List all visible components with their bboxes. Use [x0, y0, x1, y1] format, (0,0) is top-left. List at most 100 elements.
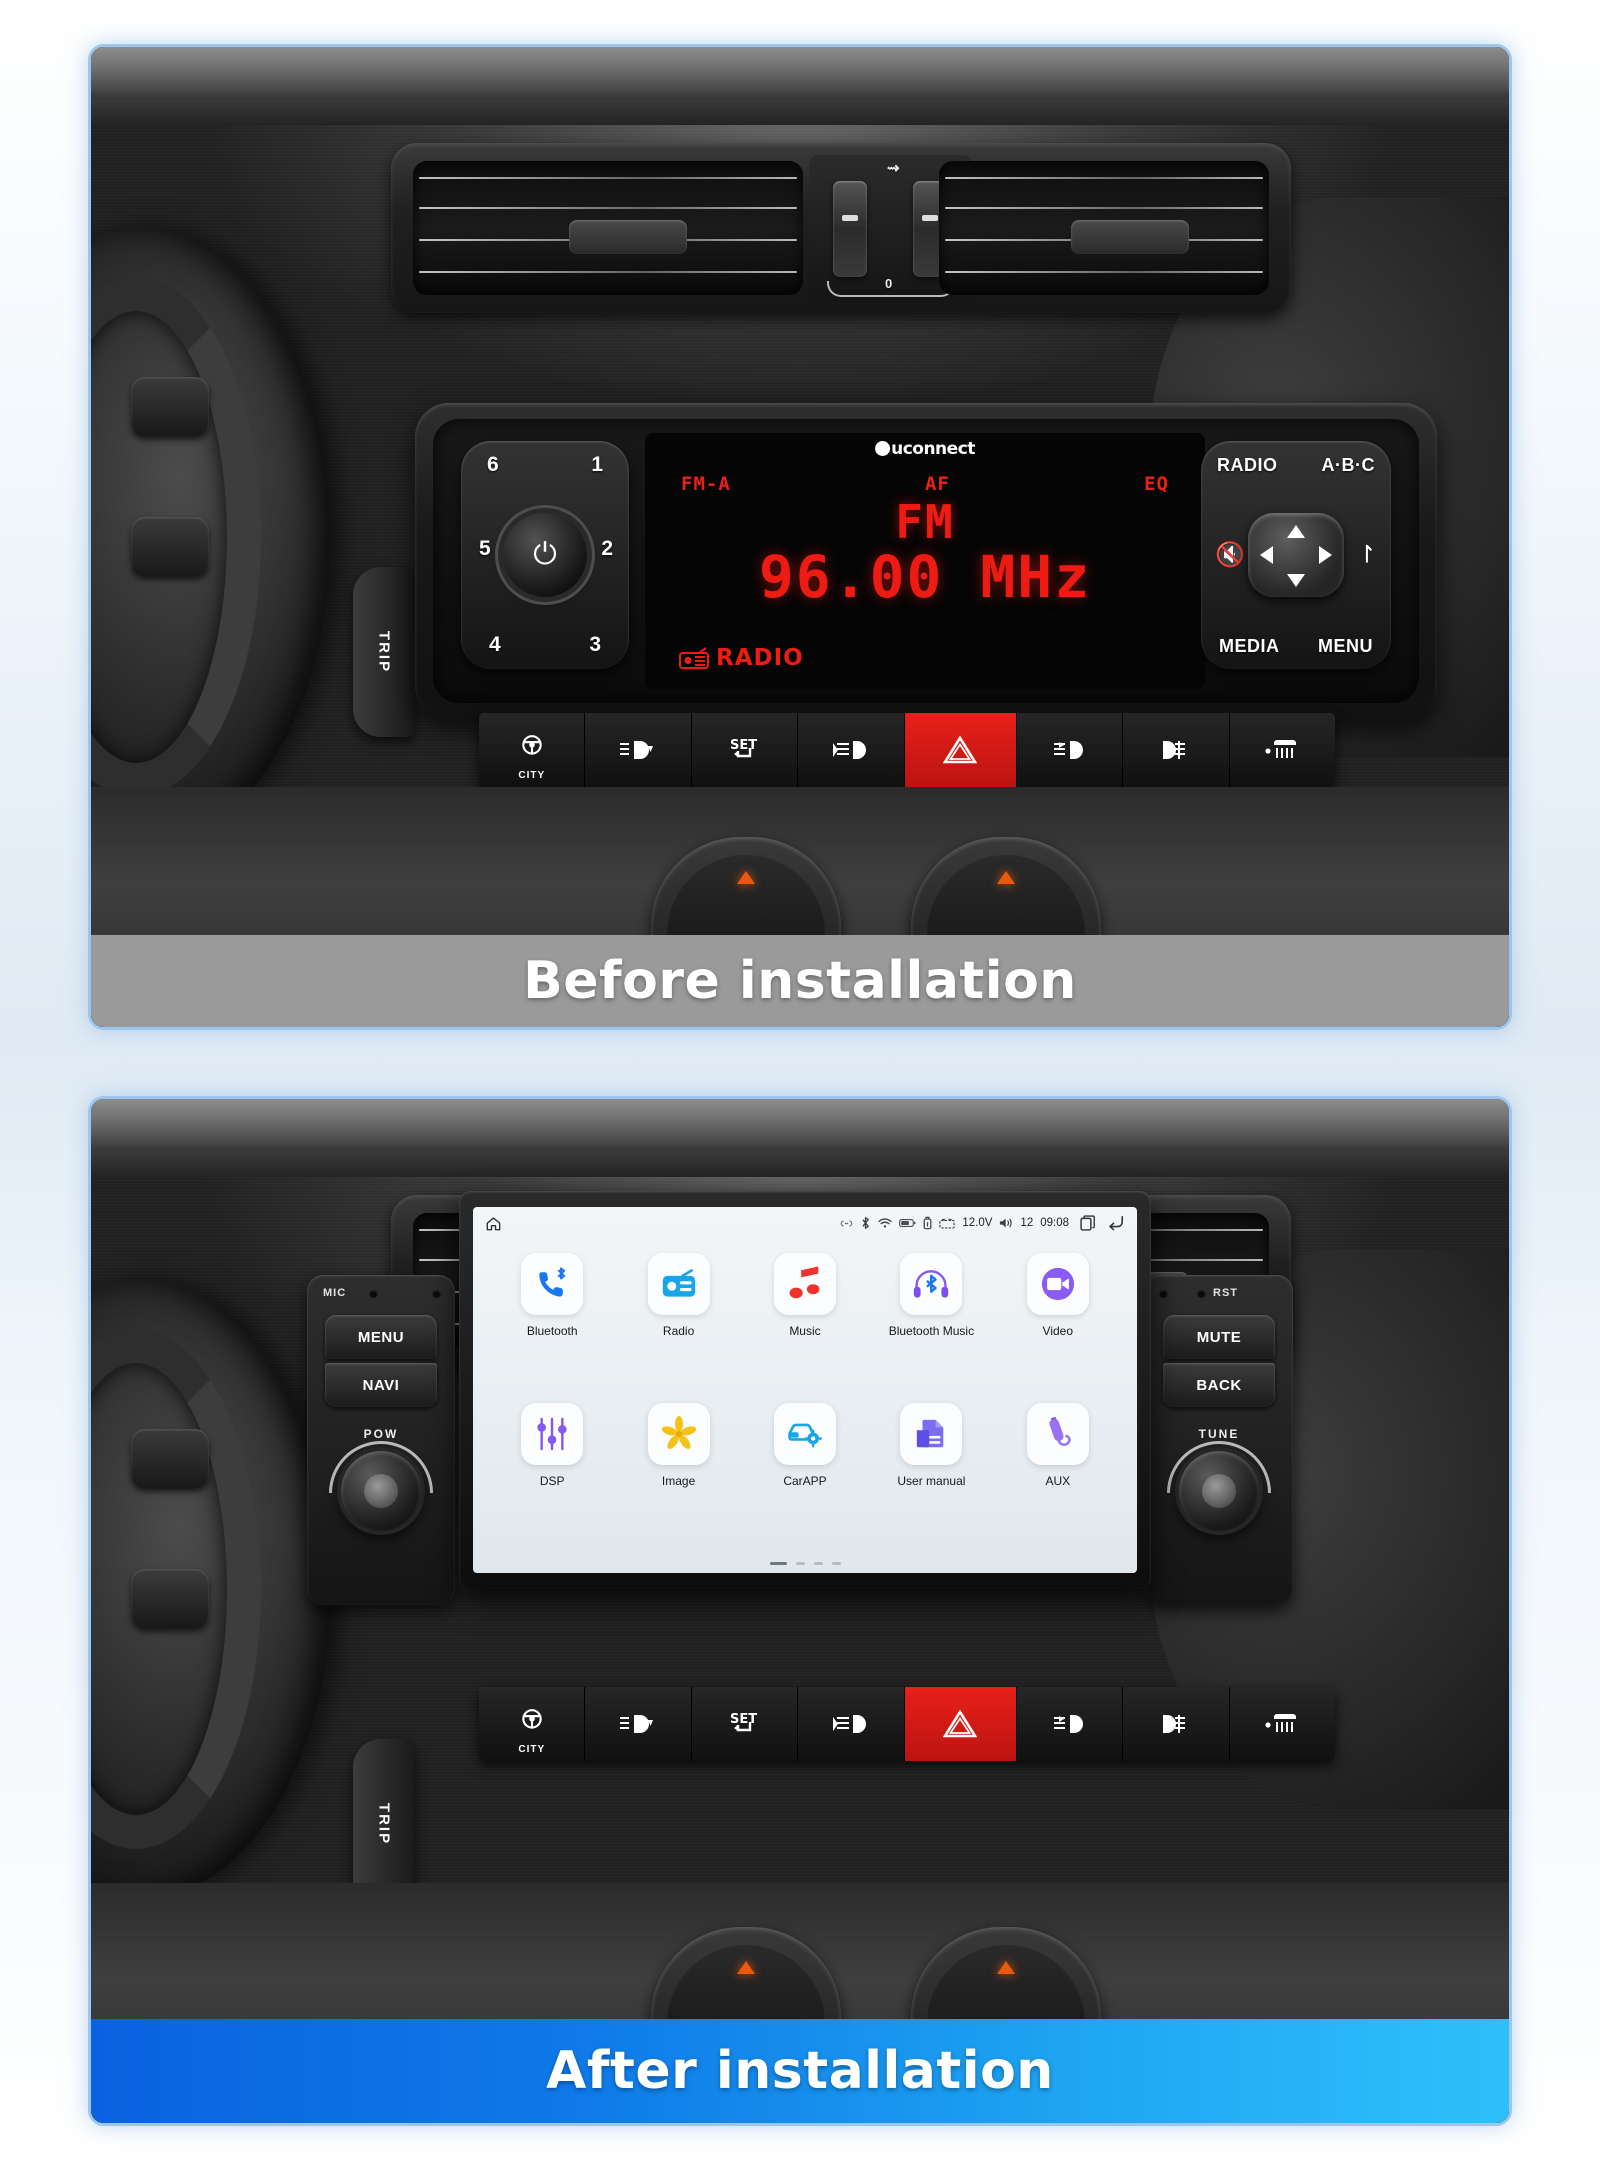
navi-button-hu[interactable]: NAVI	[325, 1363, 437, 1407]
rear-fog-button-after[interactable]	[1123, 1687, 1230, 1761]
app-tile-aux[interactable]	[1026, 1403, 1089, 1465]
menu-button-hu[interactable]: MENU	[325, 1315, 437, 1359]
rear-fog-light-button[interactable]	[798, 713, 905, 787]
preset-button-3[interactable]: 3	[589, 633, 601, 657]
preset-button-2[interactable]: 2	[601, 537, 613, 561]
app-tile-user-manual[interactable]	[900, 1403, 963, 1465]
app-radio[interactable]: Radio	[615, 1247, 741, 1397]
vent-left-tab[interactable]	[569, 219, 687, 254]
app-tile-bluetooth-music[interactable]	[900, 1253, 963, 1315]
back-icon[interactable]	[1107, 1215, 1125, 1231]
app-grid: Bluetooth Radio Music Bluetooth Music Vi…	[473, 1243, 1137, 1547]
preset-button-6[interactable]: 6	[487, 453, 499, 477]
headlight-leveling-button-after[interactable]	[585, 1687, 692, 1761]
set-button[interactable]: SET	[691, 713, 799, 787]
radio-glyph-icon	[679, 647, 709, 669]
preset-button-4[interactable]: 4	[489, 633, 501, 657]
back-button-hu[interactable]: BACK	[1163, 1363, 1275, 1407]
head-unit-screen[interactable]: 12.0V 12 09:08 Bluetooth Radio Music Blu…	[473, 1207, 1137, 1573]
tune-knob[interactable]	[1179, 1451, 1259, 1531]
page-dot-2[interactable]	[795, 1562, 805, 1565]
right-control-pod: RST MUTE BACK TUNE	[1145, 1275, 1293, 1605]
link-icon	[840, 1218, 853, 1229]
vent-right	[939, 161, 1269, 295]
app-tile-radio[interactable]	[647, 1253, 710, 1315]
preset-button-1[interactable]: 1	[591, 453, 603, 477]
tune-knob-label: TUNE	[1198, 1427, 1240, 1441]
reset-hole-icon[interactable]	[1197, 1289, 1206, 1298]
trip-stalk[interactable]: TRIP	[353, 567, 415, 737]
flower-image-icon	[661, 1416, 696, 1449]
dpad-right-icon[interactable]	[1319, 546, 1332, 564]
page-dot-4[interactable]	[831, 1562, 841, 1565]
app-tile-bluetooth[interactable]	[521, 1253, 584, 1315]
city-steering-button[interactable]: CITY	[479, 713, 586, 787]
abc-button[interactable]: A·B·C	[1322, 455, 1376, 476]
power-knob[interactable]: ⏻	[503, 513, 587, 597]
page-dot-3[interactable]	[813, 1562, 823, 1565]
preset-button-5[interactable]: 5	[479, 537, 491, 561]
vent-slider-left[interactable]	[833, 181, 867, 277]
rear-fog-light-button-after[interactable]	[798, 1687, 905, 1761]
dash-top-lip-after	[91, 1099, 1509, 1155]
rear-defogger-button[interactable]	[1229, 713, 1335, 787]
app-tile-music[interactable]	[773, 1253, 836, 1315]
volume-icon[interactable]	[999, 1217, 1013, 1229]
dpad-left-icon[interactable]	[1260, 546, 1273, 564]
front-fog-light-button-after[interactable]	[1016, 1687, 1124, 1761]
stock-radio-unit: 1 2 3 4 5 6 ⏻ uconnect FM-A AF EQ FM 96.…	[415, 403, 1437, 719]
left-control-pod: MIC MENU NAVI POW	[307, 1275, 455, 1605]
power-volume-knob[interactable]	[341, 1451, 421, 1531]
before-installation-card: ⇝ 0 TRIP 1 2 3 4 5 6 ⏻ uconnect FM-A AF …	[88, 44, 1512, 1030]
app-tile-image[interactable]	[647, 1403, 710, 1465]
dpad-up-icon[interactable]	[1287, 525, 1305, 538]
app-dsp[interactable]: DSP	[489, 1397, 615, 1547]
app-carapp[interactable]: CarAPP	[742, 1397, 868, 1547]
mute-button-hu[interactable]: MUTE	[1163, 1315, 1275, 1359]
page-dot-1[interactable]	[769, 1562, 787, 1565]
app-music[interactable]: Music	[742, 1247, 868, 1397]
hazard-button-after[interactable]	[904, 1687, 1017, 1761]
set-button-after[interactable]: SET	[691, 1687, 799, 1761]
app-image[interactable]: Image	[615, 1397, 741, 1547]
menu-button[interactable]: MENU	[1318, 636, 1373, 657]
app-video[interactable]: Video	[995, 1247, 1121, 1397]
dpad-control[interactable]	[1248, 513, 1344, 597]
rear-fog-icon	[1162, 1715, 1185, 1733]
app-bluetooth-music[interactable]: Bluetooth Music	[868, 1247, 994, 1397]
mute-icon[interactable]: 🔇	[1215, 541, 1245, 570]
page-indicator-dots	[473, 1562, 1137, 1565]
dpad-down-icon[interactable]	[1287, 574, 1305, 587]
city-steering-button-after[interactable]: CITY	[479, 1687, 586, 1761]
media-button[interactable]: MEDIA	[1219, 636, 1280, 657]
recents-icon[interactable]	[1080, 1215, 1096, 1231]
rear-defogger-icon	[1265, 1714, 1297, 1732]
app-tile-dsp[interactable]	[521, 1403, 584, 1465]
rear-defogger-button-after[interactable]	[1229, 1687, 1335, 1761]
app-bluetooth[interactable]: Bluetooth	[489, 1247, 615, 1397]
hazard-button[interactable]	[904, 713, 1017, 787]
video-camera-icon	[1041, 1267, 1074, 1301]
front-fog-light-button[interactable]	[1016, 713, 1124, 787]
rear-fog-button[interactable]	[1123, 713, 1230, 787]
steering-wheel-button-upper	[131, 377, 209, 437]
app-user-manual[interactable]: User manual	[868, 1397, 994, 1547]
headlight-leveling-button[interactable]	[585, 713, 692, 787]
source-swap-icon[interactable]: ↾	[1357, 541, 1377, 570]
city-label-after: CITY	[518, 1744, 546, 1755]
headlight-leveling-icon	[620, 1715, 654, 1733]
bluetooth-icon	[860, 1216, 871, 1230]
app-tile-video[interactable]	[1026, 1253, 1089, 1315]
defrost-icon: ⇝	[887, 160, 900, 177]
app-tile-carapp[interactable]	[773, 1403, 836, 1465]
app-aux[interactable]: AUX	[995, 1397, 1121, 1547]
radio-mode-button[interactable]: RADIO	[1217, 455, 1278, 476]
home-icon[interactable]	[485, 1215, 502, 1232]
front-fog-light-icon	[1054, 741, 1084, 759]
vent-right-tab[interactable]	[1071, 219, 1189, 254]
lcd-tag-band: FM-A	[681, 473, 731, 495]
wifi-icon	[878, 1217, 892, 1229]
preset-cluster: 1 2 3 4 5 6 ⏻	[461, 441, 629, 669]
before-photo: ⇝ 0 TRIP 1 2 3 4 5 6 ⏻ uconnect FM-A AF …	[91, 47, 1509, 1027]
steering-wheel-button-lower	[131, 517, 209, 577]
